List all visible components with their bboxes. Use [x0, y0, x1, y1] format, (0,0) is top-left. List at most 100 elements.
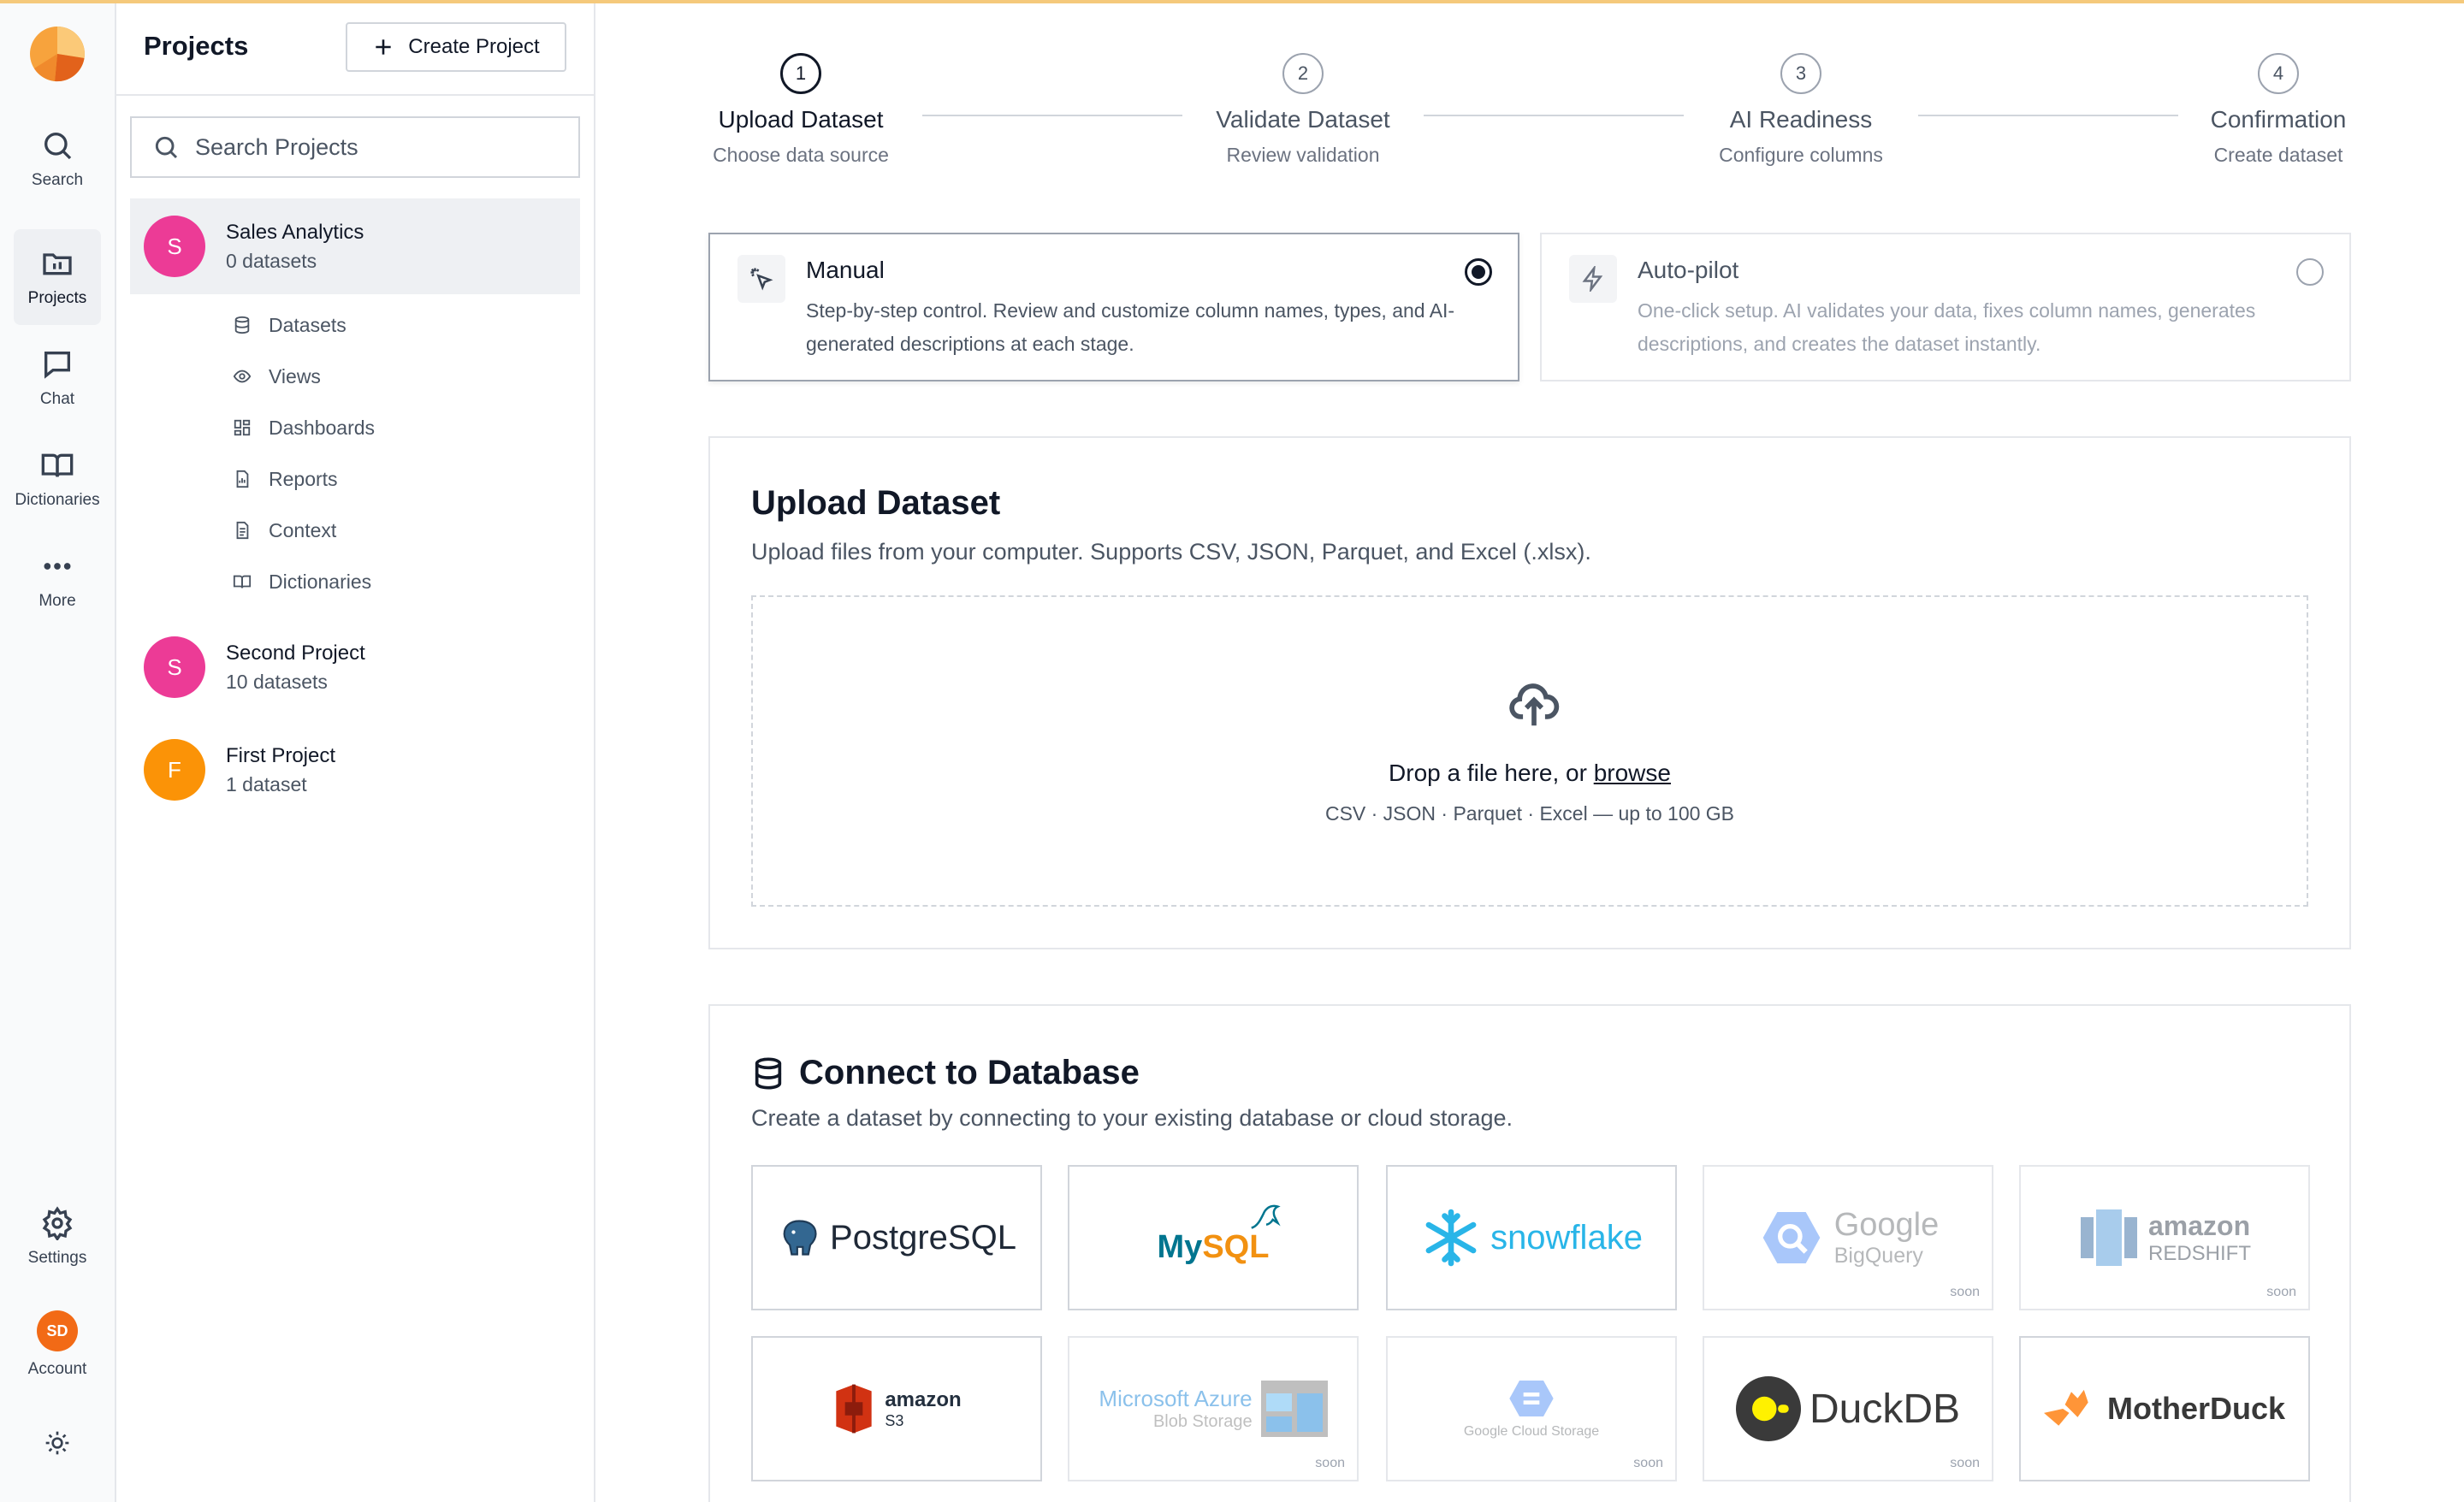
step-ai-readiness[interactable]: 3 AI Readiness Configure columns [1630, 53, 1972, 167]
mode-description: Step-by-step control. Review and customi… [806, 299, 1455, 355]
browse-link[interactable]: browse [1594, 760, 1671, 786]
rail-account[interactable]: SD Account [14, 1297, 101, 1393]
coming-soon-tag: soon [1315, 1456, 1345, 1470]
mode-radio-manual[interactable] [1465, 258, 1492, 286]
eye-icon [233, 370, 252, 383]
project-dataset-count: 0 datasets [226, 249, 317, 272]
subnav-context[interactable]: Context [233, 505, 592, 556]
cursor-click-icon [750, 268, 773, 291]
report-icon [236, 470, 249, 488]
connect-database-header: Connect to Database [751, 1054, 1140, 1092]
step-subtitle: Create dataset [2213, 144, 2343, 166]
theme-toggle[interactable] [14, 1396, 101, 1490]
connector-postgresql[interactable]: PostgreSQL [751, 1165, 1042, 1310]
mode-card-manual[interactable]: Manual Step-by-step control. Review and … [708, 233, 1519, 381]
drop-text: Drop a file here, or [1389, 760, 1594, 786]
connector-mysql[interactable]: MySQL [1068, 1165, 1359, 1310]
file-dropzone[interactable]: Drop a file here, or browse CSV · JSON ·… [751, 595, 2308, 907]
rail-projects[interactable]: Projects [14, 229, 101, 325]
rail-more[interactable]: More [14, 532, 101, 628]
redshift-amazon-text: amazon [2148, 1209, 2251, 1241]
more-icon [44, 563, 71, 570]
create-project-button[interactable]: Create Project [346, 22, 566, 72]
rail-projects-label: Projects [27, 289, 87, 307]
mode-radio-autopilot[interactable] [2296, 258, 2324, 286]
coming-soon-tag: soon [1950, 1285, 1980, 1299]
subnav-dashboards-label: Dashboards [269, 416, 376, 439]
bigquery-logo: Google BigQuery [1757, 1203, 1939, 1272]
mode-card-autopilot[interactable]: Auto-pilot One-click setup. AI validates… [1540, 233, 2351, 381]
search-projects[interactable] [130, 116, 580, 178]
coming-soon-tag: soon [2266, 1285, 2296, 1299]
motherduck-icon [2043, 1389, 2088, 1426]
projects-panel: Projects Create Project S Sales Analytic… [116, 0, 595, 1502]
create-dataset-wizard: 1 Upload Dataset Choose data source 2 Va… [595, 0, 2464, 1502]
project-item-sales-analytics[interactable]: S Sales Analytics 0 datasets [130, 198, 580, 294]
duckdb-wordmark: DuckDB [1809, 1386, 1961, 1432]
redshift-logo: amazon REDSHIFT [2078, 1203, 2251, 1272]
subnav-dictionaries[interactable]: Dictionaries [233, 556, 592, 607]
step-subtitle: Review validation [1226, 144, 1380, 166]
s3-sub-text: S3 [885, 1411, 904, 1429]
motherduck-wordmark: MotherDuck [2106, 1391, 2286, 1426]
project-item-second-project[interactable]: S Second Project 10 datasets [130, 619, 580, 715]
mode-title: Auto-pilot [1638, 257, 1739, 283]
step-upload-dataset[interactable]: 1 Upload Dataset Choose data source [630, 53, 972, 167]
step-number: 1 [780, 53, 821, 94]
subnav-context-label: Context [269, 518, 337, 541]
supported-formats-hint: CSV · JSON · Parquet · Excel — up to 100… [1324, 802, 1735, 825]
mysql-logo: MySQL [1158, 1204, 1282, 1266]
step-number: 3 [1780, 53, 1821, 94]
connector-bigquery: Google BigQuery soon [1703, 1165, 1993, 1310]
projects-panel-header: Projects Create Project [116, 0, 594, 96]
project-name: First Project [226, 743, 336, 767]
snowflake-wordmark: snowflake [1490, 1218, 1643, 1257]
drop-instruction: Drop a file here, or browse [753, 760, 2307, 787]
step-title: Confirmation [2210, 106, 2347, 133]
subnav-views[interactable]: Views [233, 351, 592, 402]
project-subnav: Datasets Views Dashboards Reports Contex… [233, 299, 592, 607]
gcs-icon [1509, 1381, 1554, 1416]
step-title: Upload Dataset [718, 106, 884, 133]
connect-database-title: Connect to Database [799, 1054, 1140, 1091]
create-project-label: Create Project [408, 35, 540, 58]
rail-settings[interactable]: Settings [14, 1189, 101, 1285]
redshift-icon [2081, 1209, 2137, 1266]
amazon-s3-wordmark: amazon S3 [885, 1388, 961, 1430]
connector-amazon-s3[interactable]: amazon S3 [751, 1336, 1042, 1481]
project-item-first-project[interactable]: F First Project 1 dataset [130, 722, 580, 818]
rail-dictionaries[interactable]: Dictionaries [14, 431, 101, 527]
rail-settings-label: Settings [27, 1249, 87, 1267]
azure-wordmark: Microsoft Azure Blob Storage [1099, 1386, 1252, 1432]
step-title: Validate Dataset [1216, 106, 1390, 133]
mode-description: One-click setup. AI validates your data,… [1638, 299, 2256, 355]
subnav-datasets[interactable]: Datasets [233, 299, 592, 351]
connector-duckdb[interactable]: DuckDB soon [1703, 1336, 1993, 1481]
step-confirmation[interactable]: 4 Confirmation Create dataset [2107, 53, 2449, 167]
app-logo[interactable] [29, 26, 86, 82]
subnav-reports[interactable]: Reports [233, 453, 592, 505]
subnav-reports-label: Reports [269, 467, 338, 490]
connector-motherduck[interactable]: MotherDuck [2019, 1336, 2310, 1481]
folder-icon [43, 253, 72, 275]
gear-icon [42, 1206, 73, 1240]
plus-icon [376, 39, 391, 55]
search-projects-input[interactable] [195, 133, 572, 161]
connector-snowflake[interactable]: snowflake [1386, 1165, 1677, 1310]
step-validate-dataset[interactable]: 2 Validate Dataset Review validation [1132, 53, 1474, 167]
step-number: 2 [1282, 53, 1324, 94]
project-name: Sales Analytics [226, 220, 364, 244]
rail-more-label: More [38, 592, 76, 610]
rail-search[interactable]: Search [14, 111, 101, 207]
azure-blob-logo: Microsoft Azure Blob Storage [1099, 1380, 1328, 1438]
subnav-dashboards[interactable]: Dashboards [233, 402, 592, 453]
s3-amazon-text: amazon [885, 1387, 962, 1411]
lightning-icon [1582, 266, 1603, 292]
rail-chat[interactable]: Chat [14, 330, 101, 426]
connect-database-section: Connect to Database Create a dataset by … [708, 1004, 2351, 1502]
project-name: Second Project [226, 641, 365, 665]
sun-icon [45, 1431, 69, 1455]
snowflake-icon [1425, 1209, 1477, 1267]
step-title: AI Readiness [1729, 106, 1873, 133]
bigquery-sub-text: BigQuery [1833, 1244, 1923, 1268]
